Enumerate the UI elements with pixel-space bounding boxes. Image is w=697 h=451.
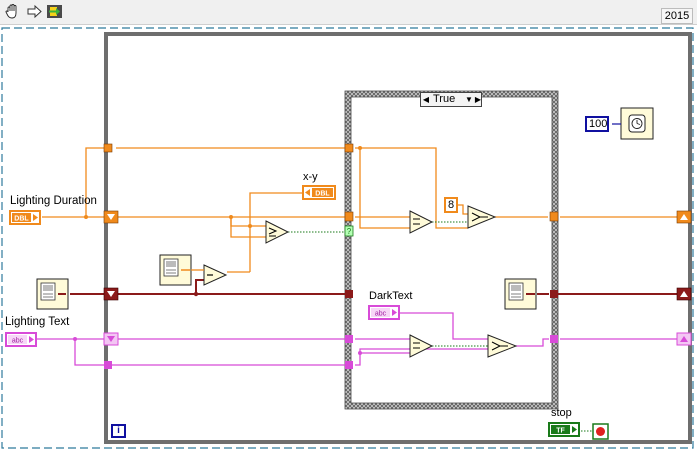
case-selector[interactable]: ◀ True ▼ ▶: [420, 92, 482, 107]
equal-function-string[interactable]: [409, 334, 434, 358]
tunnel-left-duration-top[interactable]: [103, 143, 113, 153]
abc-terminal-label: abc: [12, 338, 24, 345]
case-selector-value: True: [433, 93, 456, 105]
tunnel-case-out-orange[interactable]: [549, 211, 559, 222]
loop-condition-stop-icon[interactable]: [592, 423, 609, 440]
shift-register-left-time[interactable]: [103, 287, 119, 301]
abc-terminal-label: abc: [375, 311, 387, 318]
dark-text-constant[interactable]: abc: [368, 305, 400, 320]
stop-label: stop: [551, 407, 572, 419]
dark-text-label: DarkText: [369, 290, 413, 302]
tunnel-case-text-top[interactable]: [345, 335, 353, 343]
select-function-numeric[interactable]: [467, 205, 497, 229]
tick-count-icon-right[interactable]: [504, 278, 537, 310]
shift-register-left-text[interactable]: [103, 332, 119, 346]
shift-register-right-time[interactable]: [676, 287, 692, 301]
stop-terminal[interactable]: TF: [548, 422, 580, 437]
select-function-string[interactable]: [487, 334, 518, 358]
tick-count-icon-inner[interactable]: [159, 254, 192, 286]
tunnel-case-time-right[interactable]: [550, 290, 558, 298]
equal-function-numeric[interactable]: [409, 210, 434, 234]
dbl-terminal-label: DBL: [14, 216, 29, 223]
case-dropdown-arrow-icon[interactable]: ▼: [465, 94, 473, 105]
wait-ms-constant[interactable]: 100: [585, 116, 609, 132]
string-wires: [37, 312, 680, 366]
lighting-duration-control[interactable]: DBL: [9, 210, 41, 225]
greater-equal-function[interactable]: [265, 220, 290, 244]
shift-register-right-duration[interactable]: [676, 210, 692, 224]
tick-count-icon-left[interactable]: [36, 278, 69, 310]
lighting-duration-label: Lighting Duration: [10, 195, 97, 207]
numeric-wires: [42, 147, 681, 273]
x-y-indicator[interactable]: DBL: [302, 185, 336, 200]
case-next-arrow-icon[interactable]: ▶: [474, 94, 482, 105]
select-index-constant[interactable]: 8: [444, 197, 458, 213]
loop-iteration-terminal[interactable]: i: [111, 424, 126, 438]
tunnel-case-time-left[interactable]: [345, 290, 353, 298]
tunnel-case-duration-mid[interactable]: [344, 211, 354, 222]
tunnel-left-text-lower[interactable]: [104, 361, 112, 369]
svg-text:?: ?: [347, 227, 352, 236]
dbl-terminal-label: DBL: [315, 191, 330, 198]
tunnel-case-text-bottom[interactable]: [345, 361, 353, 369]
boolean-wires: [288, 221, 593, 432]
shift-register-left-duration[interactable]: [103, 210, 119, 224]
wait-ms-icon[interactable]: [612, 107, 654, 140]
case-prev-arrow-icon[interactable]: ◀: [422, 94, 430, 105]
tunnel-case-duration-top[interactable]: [344, 143, 354, 153]
case-structure-frame[interactable]: [344, 90, 559, 410]
lighting-text-control[interactable]: abc: [5, 332, 37, 347]
block-diagram: ? DBL DBL abc abc TF: [1, 27, 694, 449]
tunnel-case-text-out[interactable]: [550, 335, 558, 343]
lighting-text-label: Lighting Text: [5, 316, 70, 328]
tf-terminal-label: TF: [556, 428, 565, 435]
shift-register-right-text[interactable]: [676, 332, 692, 346]
x-y-label: x-y: [303, 171, 318, 183]
wire-junctions: [73, 146, 362, 355]
